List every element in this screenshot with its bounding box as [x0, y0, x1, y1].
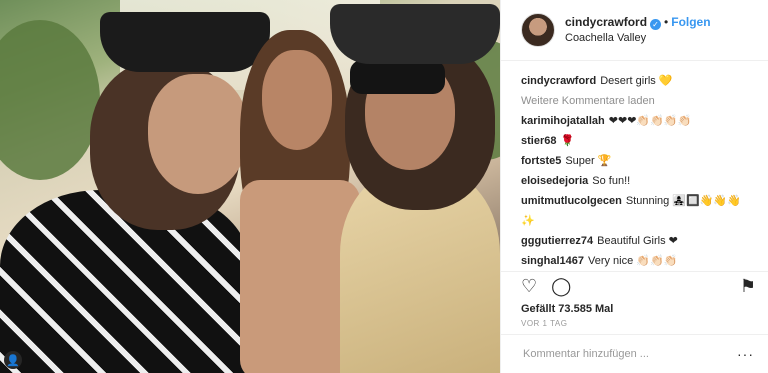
face	[262, 50, 332, 150]
black-hat	[100, 12, 270, 72]
comment-username[interactable]: stier68	[521, 135, 556, 147]
user-tag-icon[interactable]: 👤	[4, 351, 22, 369]
comment-item: stier68 🌹	[521, 131, 752, 151]
more-options-icon[interactable]: ···	[737, 346, 754, 362]
bookmark-icon[interactable]: ⚑	[740, 277, 756, 295]
comment-text: So fun!!	[592, 174, 631, 187]
add-comment-bar: ···	[501, 334, 768, 373]
comment-icon[interactable]: ◯	[551, 277, 571, 295]
post-sidebar: cindycrawford ✓ • Folgen Coachella Valley c…	[500, 0, 768, 373]
header-text: cindycrawford ✓ • Folgen Coachella Valley	[565, 14, 711, 46]
user-tag-glyph: 👤	[6, 354, 20, 367]
tree-foliage	[0, 20, 100, 180]
comment-text: Very nice 👏🏻👏🏻👏🏻	[587, 254, 678, 267]
comment-text: Beautiful Girls ❤	[597, 234, 678, 247]
instagram-post: 👤 cindycrawford ✓ • Folgen Coachella Valley…	[0, 0, 768, 373]
comment-item: umitmutlucolgecen Stunning 👩‍👧‍👧🔲👋👋👋✨	[521, 191, 752, 231]
comment-item: gggutierrez74 Beautiful Girls ❤	[521, 231, 752, 251]
comment-item: fortste5 Super 🏆	[521, 151, 752, 171]
face	[148, 74, 248, 194]
post-photo[interactable]: 👤	[0, 0, 500, 373]
comments-list: cindycrawford Desert girls 💛 Weitere Komm…	[501, 61, 768, 271]
verified-badge-icon: ✓	[650, 18, 662, 30]
comment-text: 🌹	[560, 134, 575, 147]
comment-text: ❤❤❤👏🏻👏🏻👏🏻👏🏻	[608, 114, 692, 127]
load-more-comments-button[interactable]: Weitere Kommentare laden	[521, 91, 752, 111]
caption-username[interactable]: cindycrawford	[521, 75, 596, 87]
action-bar: ♡ ◯ ⚑	[501, 270, 768, 302]
post-header: cindycrawford ✓ • Folgen Coachella Valley	[501, 0, 768, 61]
comment-item: singhal1467 Very nice 👏🏻👏🏻👏🏻	[521, 251, 752, 271]
black-hat	[330, 4, 500, 64]
comment-username[interactable]: eloisedejoria	[521, 175, 588, 187]
location-link[interactable]: Coachella Valley	[565, 30, 711, 46]
caption-text: Desert girls 💛	[600, 74, 673, 87]
heart-icon[interactable]: ♡	[521, 277, 537, 295]
likes-count[interactable]: Gefällt 73.585 Mal	[501, 301, 768, 317]
comment-input[interactable]	[521, 347, 737, 362]
caption: cindycrawford Desert girls 💛	[521, 71, 752, 91]
separator-dot: •	[664, 14, 669, 29]
sunglasses	[350, 60, 445, 94]
avatar[interactable]	[521, 12, 555, 47]
comment-username[interactable]: karimihojatallah	[521, 115, 605, 127]
post-timestamp[interactable]: VOR 1 TAG	[501, 317, 768, 334]
header-username[interactable]: cindycrawford	[565, 15, 647, 29]
comment-username[interactable]: gggutierrez74	[521, 235, 593, 247]
comment-item: eloisedejoria So fun!!	[521, 171, 752, 191]
comment-text: Super 🏆	[565, 154, 612, 167]
comment-item: karimihojatallah ❤❤❤👏🏻👏🏻👏🏻👏🏻	[521, 111, 752, 131]
comment-username[interactable]: umitmutlucolgecen	[521, 195, 622, 207]
comment-username[interactable]: fortste5	[521, 155, 561, 167]
follow-button[interactable]: Folgen	[671, 15, 710, 29]
comment-username[interactable]: singhal1467	[521, 255, 584, 267]
